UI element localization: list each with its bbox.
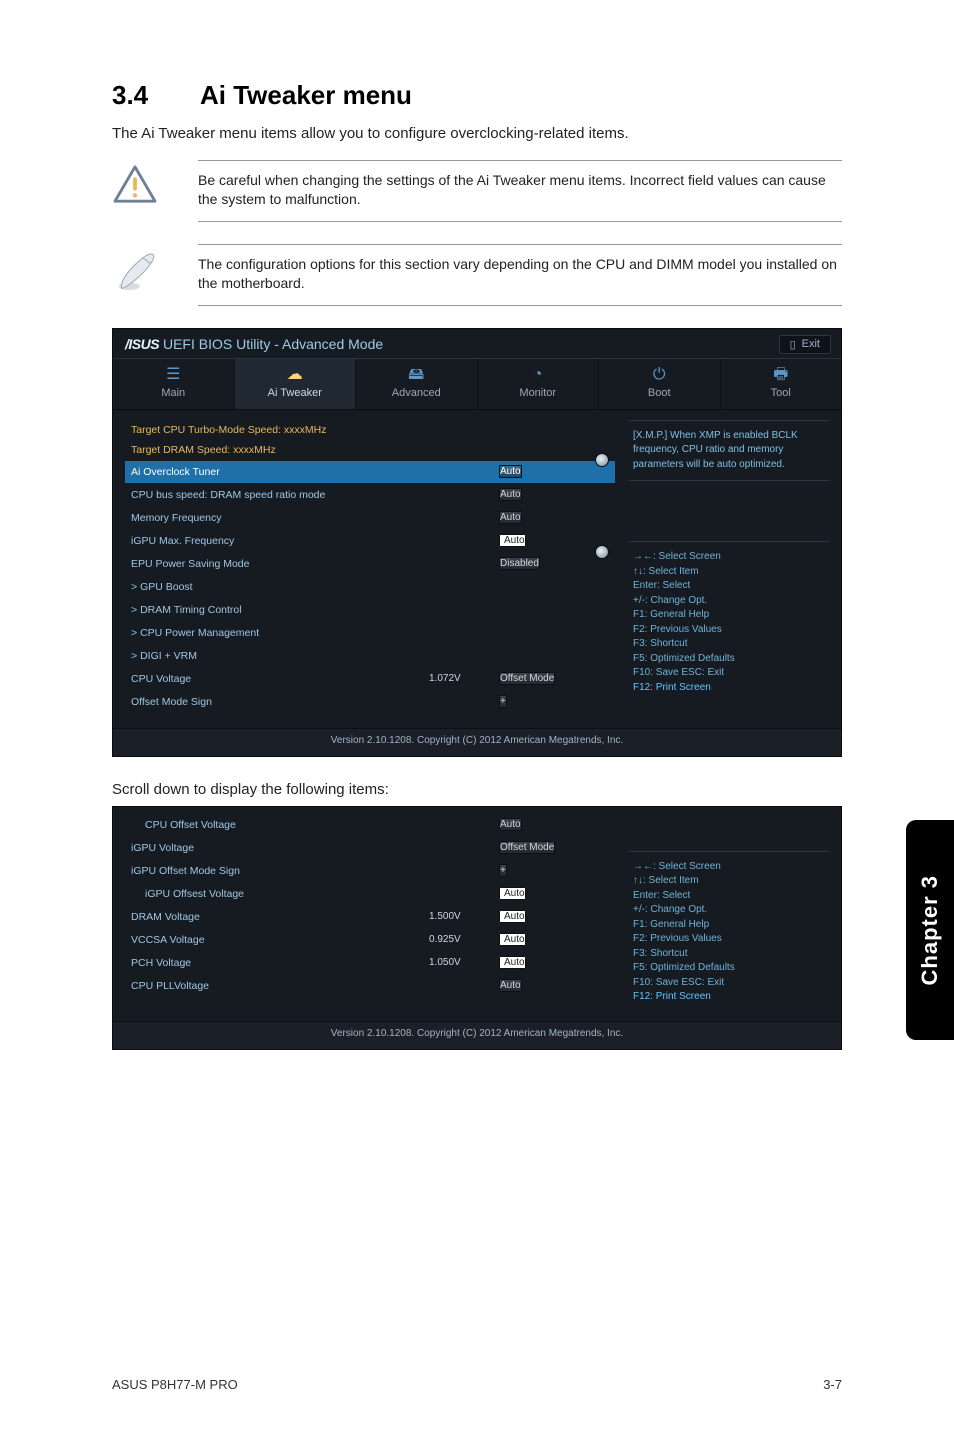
- help-text: [X.M.P.] When XMP is enabled BCLK freque…: [629, 420, 829, 482]
- row-cpu-power-management[interactable]: CPU Power Management: [125, 622, 615, 644]
- bios-footer-lower: Version 2.10.1208. Copyright (C) 2012 Am…: [113, 1021, 841, 1049]
- igpu-sign-value[interactable]: +: [499, 864, 507, 877]
- asus-logo: /ISUS: [125, 336, 159, 352]
- epu-value[interactable]: Disabled: [499, 557, 540, 570]
- tab-boot[interactable]: ⏻Boot: [599, 359, 721, 409]
- cpu-offset-v-value[interactable]: Auto: [499, 818, 522, 831]
- footer-page: 3-7: [823, 1377, 842, 1392]
- row-igpu-offset-mode-sign[interactable]: iGPU Offset Mode Sign +: [125, 860, 615, 882]
- row-vccsa-voltage[interactable]: VCCSA Voltage 0.925V Auto: [125, 929, 615, 951]
- row-digi-vrm[interactable]: DIGI + VRM: [125, 645, 615, 667]
- igpu-max-value[interactable]: Auto: [499, 534, 526, 547]
- note-text: The configuration options for this secti…: [198, 244, 842, 306]
- intro-text: The Ai Tweaker menu items allow you to c…: [112, 125, 842, 142]
- footer-model: ASUS P8H77-M PRO: [112, 1377, 238, 1392]
- gauge-icon: ◔: [478, 367, 599, 383]
- scroll-hint-text: Scroll down to display the following ite…: [112, 781, 842, 798]
- section-heading: 3.4Ai Tweaker menu: [112, 80, 842, 111]
- row-cpu-voltage[interactable]: CPU Voltage 1.072V Offset Mode: [125, 668, 615, 690]
- row-igpu-max-frequency[interactable]: iGPU Max. Frequency Auto: [125, 530, 615, 552]
- target-cpu-speed: Target CPU Turbo-Mode Speed: xxxxMHz: [125, 420, 615, 440]
- section-number: 3.4: [112, 80, 200, 111]
- row-pch-voltage[interactable]: PCH Voltage 1.050V Auto: [125, 952, 615, 974]
- igpu-offset-v-value[interactable]: Auto: [499, 887, 526, 900]
- row-ai-overclock-tuner[interactable]: Ai Overclock Tuner Auto: [125, 461, 615, 483]
- pch-voltage-value[interactable]: Auto: [499, 956, 526, 969]
- row-epu-power-saving[interactable]: EPU Power Saving Mode Disabled: [125, 553, 615, 575]
- tab-ai-tweaker[interactable]: ☁Ai Tweaker: [235, 359, 357, 409]
- row-offset-mode-sign[interactable]: Offset Mode Sign +: [125, 691, 615, 713]
- note-icon: [112, 281, 158, 298]
- bios-title: /ISUS UEFI BIOS Utility - Advanced Mode: [125, 336, 383, 352]
- scroll-down-icon[interactable]: [595, 545, 609, 559]
- bios-panel-lower: CPU Offset Voltage Auto iGPU Voltage Off…: [112, 806, 842, 1050]
- dram-voltage-value[interactable]: Auto: [499, 910, 526, 923]
- row-dram-timing-control[interactable]: DRAM Timing Control: [125, 599, 615, 621]
- tool-icon: 🖶: [721, 367, 842, 383]
- target-dram-speed: Target DRAM Speed: xxxxMHz: [125, 440, 615, 460]
- exit-icon: ▯: [790, 338, 796, 351]
- row-gpu-boost[interactable]: GPU Boost: [125, 576, 615, 598]
- row-cpu-offset-voltage[interactable]: CPU Offset Voltage Auto: [125, 814, 615, 836]
- chip-icon: 🖴: [356, 367, 477, 383]
- exit-button[interactable]: ▯ Exit: [779, 335, 831, 354]
- page-footer: ASUS P8H77-M PRO 3-7: [112, 1377, 842, 1392]
- tab-advanced[interactable]: 🖴Advanced: [356, 359, 478, 409]
- list-icon: ☰: [113, 367, 234, 383]
- cpu-bus-value[interactable]: Auto: [499, 488, 522, 501]
- warning-icon: [112, 191, 158, 208]
- cpu-voltage-value[interactable]: Offset Mode: [499, 672, 555, 685]
- row-cpu-pll-voltage[interactable]: CPU PLLVoltage Auto: [125, 975, 615, 997]
- row-igpu-offset-voltage[interactable]: iGPU Offsest Voltage Auto: [125, 883, 615, 905]
- igpu-voltage-value[interactable]: Offset Mode: [499, 841, 555, 854]
- warning-text: Be careful when changing the settings of…: [198, 160, 842, 222]
- key-help-lower: →←: Select Screen ↑↓: Select Item Enter:…: [629, 851, 829, 1007]
- bios-footer: Version 2.10.1208. Copyright (C) 2012 Am…: [113, 728, 841, 756]
- row-dram-voltage[interactable]: DRAM Voltage 1.500V Auto: [125, 906, 615, 928]
- ai-overclock-value[interactable]: Auto: [499, 465, 522, 478]
- tab-monitor[interactable]: ◔Monitor: [478, 359, 600, 409]
- bios-tabs: ☰Main ☁Ai Tweaker 🖴Advanced ◔Monitor ⏻Bo…: [113, 358, 841, 410]
- cloud-icon: ☁: [235, 367, 356, 383]
- warning-callout: Be careful when changing the settings of…: [112, 160, 842, 222]
- note-callout: The configuration options for this secti…: [112, 244, 842, 306]
- vccsa-voltage-value[interactable]: Auto: [499, 933, 526, 946]
- bios-panel-upper: /ISUS UEFI BIOS Utility - Advanced Mode …: [112, 328, 842, 757]
- chapter-tab: Chapter 3: [906, 820, 954, 1040]
- power-icon: ⏻: [599, 367, 720, 383]
- offset-sign-value[interactable]: +: [499, 695, 507, 708]
- tab-tool[interactable]: 🖶Tool: [721, 359, 842, 409]
- key-help: →←: Select Screen ↑↓: Select Item Enter:…: [629, 541, 829, 697]
- scroll-up-icon[interactable]: [595, 453, 609, 467]
- cpu-pll-value[interactable]: Auto: [499, 979, 522, 992]
- row-igpu-voltage[interactable]: iGPU Voltage Offset Mode: [125, 837, 615, 859]
- tab-main[interactable]: ☰Main: [113, 359, 235, 409]
- row-cpu-bus-speed[interactable]: CPU bus speed: DRAM speed ratio mode Aut…: [125, 484, 615, 506]
- section-title: Ai Tweaker menu: [200, 80, 412, 110]
- memory-freq-value[interactable]: Auto: [499, 511, 522, 524]
- row-memory-frequency[interactable]: Memory Frequency Auto: [125, 507, 615, 529]
